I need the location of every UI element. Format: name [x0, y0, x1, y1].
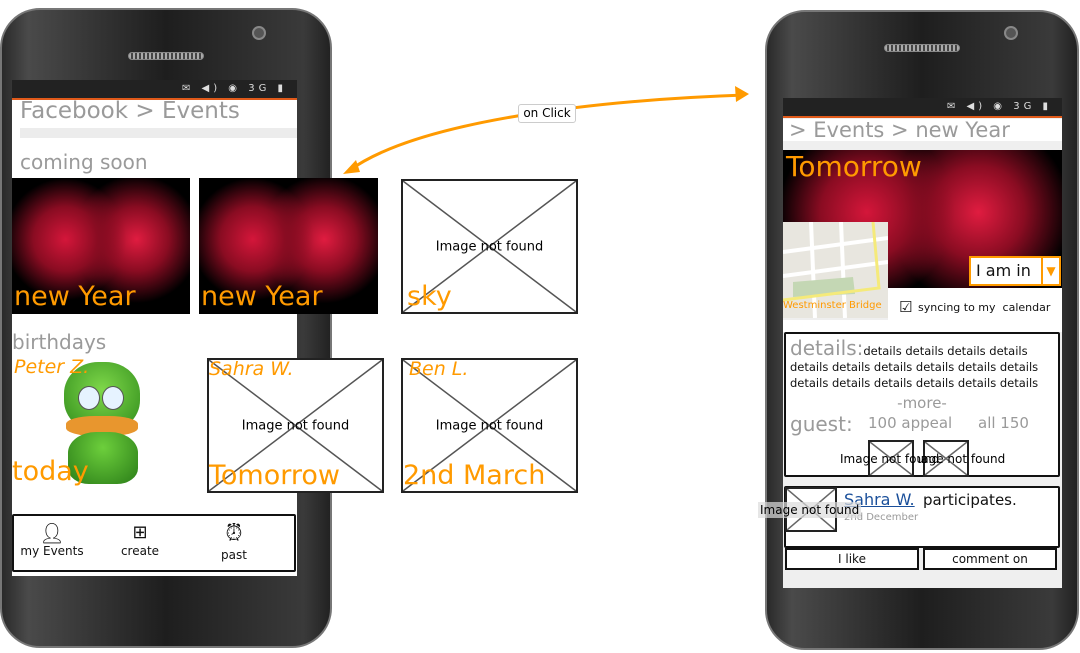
post-action: participates. [923, 491, 1017, 509]
sync-checkbox[interactable]: ☑ [899, 298, 912, 316]
breadcrumb[interactable]: > Events > new Year [789, 118, 1010, 142]
chevron-down-icon: ▼ [1041, 258, 1059, 284]
rsvp-dropdown[interactable]: I am in ▼ [969, 256, 1061, 286]
guest-label: guest: [790, 412, 853, 436]
status-bar: ✉ ◀) ◉ 3G ▮ [783, 98, 1062, 118]
image-placeholder-text: Image not found [906, 452, 1006, 466]
map-label: Westminster Bridge [783, 300, 882, 311]
speaker-grille [884, 44, 960, 52]
on-click-label: on Click [518, 104, 576, 123]
camera-icon [1004, 26, 1018, 40]
guest-appeal[interactable]: 100 appeal [868, 414, 952, 432]
guest-all[interactable]: all 150 [978, 414, 1029, 432]
sync-label: syncing to my calendar [918, 301, 1051, 314]
comment-button[interactable]: comment on [923, 548, 1057, 570]
details-panel: details:details details details details … [784, 332, 1060, 477]
details-text: details:details details details details … [790, 336, 1039, 390]
map[interactable]: Westminster Bridge [783, 222, 888, 318]
event-when: Tomorrow [786, 150, 922, 183]
more-link[interactable]: -more- [786, 394, 1058, 412]
image-placeholder-text: Image not found [758, 502, 862, 518]
like-button[interactable]: I like [785, 548, 919, 570]
